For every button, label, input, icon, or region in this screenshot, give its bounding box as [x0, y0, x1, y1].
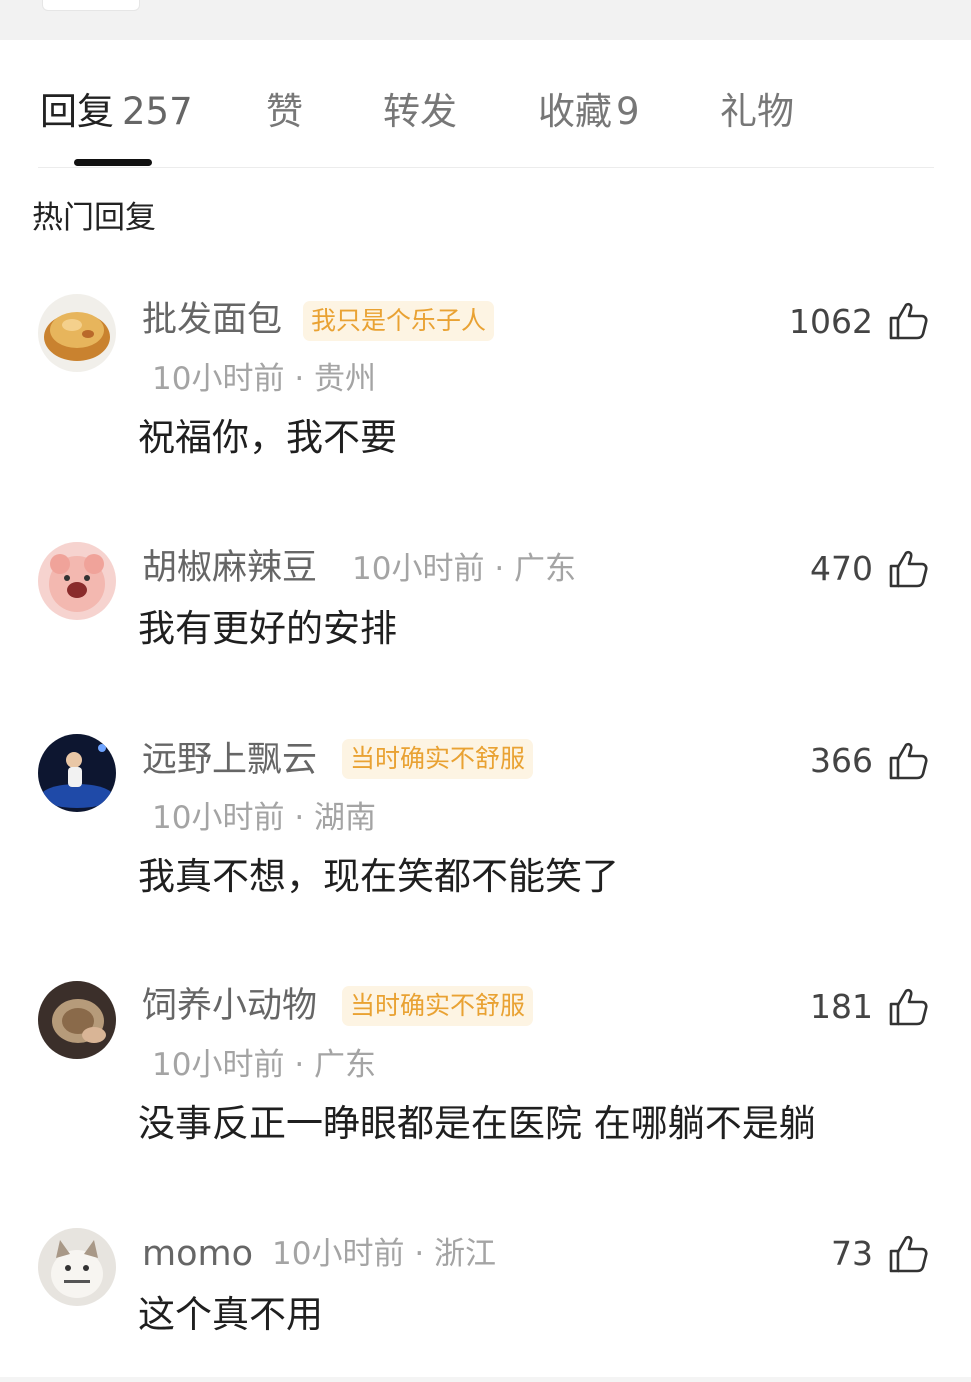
top-strip-box — [42, 0, 140, 11]
tab-bar: 回复 257 赞 转发 收藏 9 礼物 — [0, 40, 971, 168]
avatar[interactable] — [38, 294, 116, 372]
thumbs-up-icon[interactable] — [887, 740, 929, 782]
comment-location: 贵州 — [314, 361, 377, 397]
like-count: 181 — [810, 987, 873, 1026]
comment-location: 湖南 — [314, 800, 377, 836]
bottom-divider — [0, 1377, 971, 1382]
comment-text: 我真不想，现在笑都不能笑了 — [138, 855, 619, 898]
tab-likes[interactable]: 赞 — [266, 90, 303, 134]
like-count: 470 — [810, 549, 873, 588]
section-title: 热门回复 — [32, 200, 156, 236]
comment-meta: 10小时前 · 湖南 — [152, 798, 376, 838]
comment-text: 祝福你，我不要 — [138, 416, 397, 459]
concert-avatar-image — [38, 734, 116, 812]
thumbs-up-icon[interactable] — [887, 548, 929, 590]
fan-badge: 当时确实不舒服 — [342, 986, 534, 1026]
tab-replies-label: 回复 — [40, 90, 114, 133]
comment-meta: 10小时前 · 浙江 — [272, 1234, 496, 1274]
comment-nickname[interactable]: 批发面包 — [142, 298, 282, 342]
comment-location: 广东 — [314, 1047, 377, 1083]
comment-location: 浙江 — [434, 1236, 497, 1272]
tab-favorites-label: 收藏 — [538, 90, 612, 133]
tab-reposts-label: 转发 — [383, 90, 457, 133]
meta-separator: · — [294, 800, 305, 836]
tab-gifts-label: 礼物 — [720, 90, 794, 133]
meta-separator: · — [294, 1047, 305, 1083]
like-count: 366 — [810, 741, 873, 780]
pet-avatar-image — [38, 981, 116, 1059]
tab-replies[interactable]: 回复 257 — [40, 90, 193, 134]
comment-text: 没事反正一睁眼都是在医院 在哪躺不是躺 — [138, 1102, 816, 1145]
thumbs-up-icon[interactable] — [887, 1233, 929, 1275]
comment-time: 10小时前 — [272, 1236, 405, 1272]
fan-badge: 我只是个乐子人 — [303, 301, 495, 341]
thumbs-up-icon[interactable] — [887, 986, 929, 1028]
avatar[interactable] — [38, 1228, 116, 1306]
meta-separator: · — [294, 361, 305, 397]
comment-text: 我有更好的安排 — [138, 607, 397, 650]
tabs-divider — [38, 167, 934, 168]
comment-meta: 10小时前 · 贵州 — [152, 359, 376, 399]
avatar[interactable] — [38, 981, 116, 1059]
comment-text: 这个真不用 — [138, 1293, 323, 1336]
meta-separator: · — [494, 551, 505, 587]
comment-time: 10小时前 — [152, 361, 285, 397]
comment-location: 广东 — [514, 551, 577, 587]
comments-page: 回复 257 赞 转发 收藏 9 礼物 热门回复 批发面包 我只是个乐子人 10… — [0, 0, 971, 1382]
doll-avatar-image — [38, 542, 116, 620]
comment-nickname[interactable]: momo — [142, 1232, 253, 1276]
comment-time: 10小时前 — [352, 551, 485, 587]
active-tab-indicator — [74, 159, 152, 166]
comment-meta: 10小时前 · 广东 — [152, 1045, 376, 1085]
thumbs-up-icon[interactable] — [887, 300, 929, 342]
cat-avatar-image — [38, 1228, 116, 1306]
fan-badge: 当时确实不舒服 — [342, 739, 534, 779]
top-strip — [0, 0, 971, 40]
comment-nickname[interactable]: 胡椒麻辣豆 — [142, 546, 317, 590]
comment-time: 10小时前 — [152, 1047, 285, 1083]
meta-separator: · — [414, 1236, 425, 1272]
comment-time: 10小时前 — [152, 800, 285, 836]
tab-favorites-count: 9 — [616, 90, 640, 133]
like-count: 1062 — [789, 302, 873, 341]
avatar[interactable] — [38, 734, 116, 812]
tab-favorites[interactable]: 收藏 9 — [538, 90, 640, 134]
comment-meta: 10小时前 · 广东 — [352, 549, 576, 589]
tab-reposts[interactable]: 转发 — [383, 90, 457, 134]
tab-gifts[interactable]: 礼物 — [720, 90, 794, 134]
tab-replies-count: 257 — [122, 90, 193, 133]
tab-likes-label: 赞 — [266, 90, 303, 133]
avatar[interactable] — [38, 542, 116, 620]
like-count: 73 — [831, 1234, 873, 1273]
comment-nickname[interactable]: 远野上飘云 — [142, 738, 317, 782]
bread-avatar-image — [38, 294, 116, 372]
comment-nickname[interactable]: 饲养小动物 — [142, 984, 317, 1028]
